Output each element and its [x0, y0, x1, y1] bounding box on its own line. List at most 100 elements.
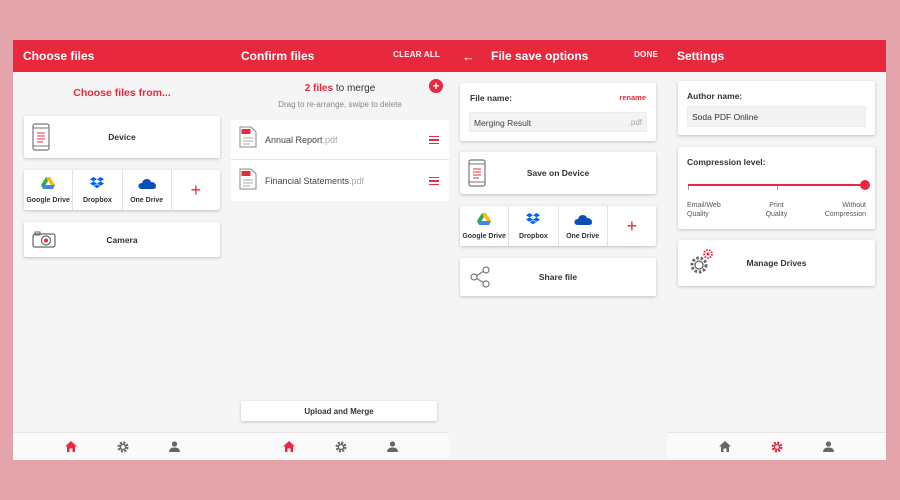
add-file-button[interactable]: + — [429, 79, 443, 93]
file-name: Annual Report.pdf — [265, 135, 338, 145]
back-arrow-icon[interactable]: ← — [462, 49, 475, 64]
add-source-button[interactable]: + — [172, 170, 220, 210]
author-name-field[interactable]: Soda PDF Online — [687, 106, 866, 127]
slider-thumb[interactable] — [860, 180, 870, 190]
screen-title: Confirm files — [241, 49, 315, 63]
google-drive-label: Google Drive — [462, 233, 506, 240]
file-name-base: Annual Report — [265, 134, 323, 145]
device-label: Device — [108, 132, 136, 142]
slider-tick — [776, 186, 778, 190]
file-list: Annual Report.pdf Financial Statements.p… — [231, 120, 449, 201]
cloud-sources: Google Drive Dropbox One Drive + — [24, 170, 220, 210]
level-line: Compression — [824, 211, 866, 218]
home-icon[interactable] — [64, 441, 77, 452]
plus-icon: + — [432, 79, 440, 93]
clear-all-button[interactable]: CLEAR ALL — [393, 50, 440, 59]
slider-tick — [688, 186, 689, 190]
camera-button[interactable]: Camera — [24, 222, 220, 257]
settings-icon[interactable] — [771, 440, 783, 453]
file-name: Financial Statements.pdf — [265, 176, 364, 186]
bottom-nav — [667, 432, 886, 460]
dropbox-icon — [90, 176, 105, 194]
save-on-device-label: Save on Device — [526, 168, 590, 178]
top-bar: Choose files — [13, 40, 231, 72]
compression-slider[interactable] — [688, 180, 870, 190]
author-name-label: Author name: — [687, 91, 743, 101]
dropbox-label: Dropbox — [82, 197, 112, 204]
share-file-label: Share file — [538, 272, 578, 282]
onedrive-icon — [138, 176, 156, 194]
settings-icon[interactable] — [334, 440, 347, 453]
device-button[interactable]: Device — [24, 116, 220, 158]
rename-link[interactable]: rename — [619, 93, 646, 102]
drag-handle-icon[interactable] — [429, 136, 439, 146]
file-extension: .pdf — [322, 134, 338, 145]
file-name-base: Financial Statements — [265, 176, 350, 186]
screen-title: Choose files — [23, 49, 95, 63]
file-extension: .pdf — [349, 176, 365, 186]
files-count-text: to merge — [333, 83, 376, 94]
dropbox-icon — [526, 212, 541, 230]
top-bar: ← File save options DONE — [449, 40, 667, 72]
files-count-number: 2 files — [304, 83, 334, 94]
compression-card: Compression level: Email/Web Quality Pri… — [678, 147, 875, 229]
plus-icon: + — [626, 216, 638, 236]
upload-and-merge-button[interactable]: Upload and Merge — [241, 401, 437, 421]
files-count: 2 files to merge — [231, 83, 449, 94]
file-name-label: File name: — [470, 93, 513, 103]
plus-icon: + — [190, 180, 202, 200]
onedrive-icon — [574, 212, 592, 230]
compression-level-label: Compression level: — [687, 157, 766, 167]
top-bar: Settings — [667, 40, 886, 72]
one-drive-button[interactable]: One Drive — [559, 206, 608, 246]
google-drive-label: Google Drive — [26, 197, 70, 204]
manage-drives-label: Manage Drives — [746, 258, 807, 268]
dropbox-label: Dropbox — [518, 233, 548, 240]
file-row[interactable]: Financial Statements.pdf — [231, 161, 449, 201]
camera-label: Camera — [106, 235, 138, 245]
top-bar: Confirm files CLEAR ALL — [231, 40, 449, 72]
one-drive-label: One Drive — [130, 197, 164, 204]
bottom-nav — [231, 432, 449, 460]
level-line: Without — [842, 202, 866, 209]
google-drive-icon — [477, 212, 492, 230]
file-name-field[interactable]: Merging Result .pdf — [469, 112, 647, 132]
manage-drives-button[interactable]: Manage Drives — [678, 240, 875, 286]
google-drive-icon — [41, 176, 56, 194]
dropbox-button[interactable]: Dropbox — [509, 206, 559, 246]
drag-hint: Drag to re-arrange, swipe to delete — [278, 100, 402, 109]
share-file-button[interactable]: Share file — [460, 258, 656, 296]
cloud-destinations: Google Drive Dropbox One Drive + — [460, 206, 656, 246]
file-name-value: Merging Result — [474, 118, 532, 128]
profile-icon[interactable] — [386, 441, 398, 452]
home-icon[interactable] — [719, 441, 731, 452]
dropbox-button[interactable]: Dropbox — [73, 170, 123, 210]
level-without-compression: Without Compression — [825, 201, 866, 219]
save-on-device-button[interactable]: Save on Device — [460, 152, 656, 194]
author-card: Author name: Soda PDF Online — [678, 81, 875, 135]
screen-title: Settings — [677, 49, 725, 63]
profile-icon[interactable] — [168, 441, 180, 452]
pdf-file-icon — [239, 168, 257, 195]
add-destination-button[interactable]: + — [608, 206, 656, 246]
google-drive-button[interactable]: Google Drive — [24, 170, 74, 210]
author-name-value: Soda PDF Online — [692, 112, 759, 122]
pdf-file-icon — [239, 126, 257, 153]
profile-icon[interactable] — [823, 441, 834, 452]
done-button[interactable]: DONE — [634, 50, 658, 59]
upload-and-merge-label: Upload and Merge — [304, 407, 374, 416]
app-screens: Choose files Choose files from... Device… — [13, 40, 886, 460]
settings-screen: Settings Author name: Soda PDF Online Co… — [667, 40, 886, 460]
google-drive-button[interactable]: Google Drive — [460, 206, 510, 246]
file-name-card: File name: rename Merging Result .pdf — [460, 83, 656, 141]
choose-files-heading: Choose files from... — [73, 87, 171, 99]
one-drive-label: One Drive — [566, 233, 600, 240]
home-icon[interactable] — [282, 441, 295, 452]
choose-files-screen: Choose files Choose files from... Device… — [13, 40, 231, 460]
one-drive-button[interactable]: One Drive — [123, 170, 172, 210]
settings-icon[interactable] — [116, 440, 129, 453]
confirm-files-screen: Confirm files CLEAR ALL 2 files to merge… — [231, 40, 449, 460]
file-row[interactable]: Annual Report.pdf — [231, 120, 449, 160]
drag-handle-icon[interactable] — [429, 177, 439, 187]
screen-title: File save options — [491, 49, 589, 63]
